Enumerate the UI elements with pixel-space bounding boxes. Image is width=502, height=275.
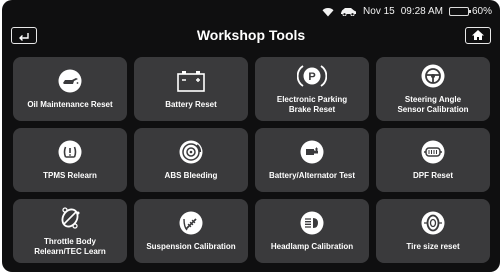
brake-disc-icon (178, 139, 204, 165)
back-button[interactable] (11, 27, 37, 44)
tool-label: Throttle Body Relearn/TEC Learn (34, 237, 106, 256)
tool-dpf-reset[interactable]: DPF Reset (376, 128, 490, 192)
home-icon (471, 28, 485, 44)
back-arrow-icon (17, 28, 31, 44)
tool-battery-reset[interactable]: Battery Reset (134, 57, 248, 121)
device-screen: Nov 15 09:28 AM 60% Workshop Tools Oil M… (2, 0, 500, 272)
tools-grid: Oil Maintenance Reset Battery Reset P El… (13, 57, 493, 263)
tool-label: Electronic Parking Brake Reset (276, 95, 348, 114)
dpf-filter-icon (420, 139, 446, 165)
tool-suspension-calibration[interactable]: Suspension Calibration (134, 199, 248, 263)
battery-indicator: 60% (448, 6, 492, 17)
tool-label: Battery Reset (165, 100, 217, 109)
tool-battery-alternator-test[interactable]: Battery/Alternator Test (255, 128, 369, 192)
tire-pressure-icon (57, 139, 83, 165)
tool-oil-maintenance-reset[interactable]: Oil Maintenance Reset (13, 57, 127, 121)
status-bar: Nov 15 09:28 AM 60% (2, 0, 500, 23)
title-bar: Workshop Tools (2, 23, 500, 47)
home-button[interactable] (465, 27, 491, 44)
tool-label: Steering Angle Sensor Calibration (397, 95, 469, 114)
tire-icon (420, 210, 446, 236)
tool-label: TPMS Relearn (43, 171, 97, 180)
tool-steering-angle-sensor-calibration[interactable]: Steering Angle Sensor Calibration (376, 57, 490, 121)
wifi-icon (322, 7, 334, 17)
tool-throttle-body-relearn[interactable]: Throttle Body Relearn/TEC Learn (13, 199, 127, 263)
tool-abs-bleeding[interactable]: ABS Bleeding (134, 128, 248, 192)
headlamp-icon (299, 210, 325, 236)
battery-icon (176, 68, 206, 94)
steering-wheel-icon (420, 63, 446, 89)
tool-headlamp-calibration[interactable]: Headlamp Calibration (255, 199, 369, 263)
page-title: Workshop Tools (196, 27, 306, 43)
tool-label: Suspension Calibration (146, 242, 236, 251)
tool-electronic-parking-brake-reset[interactable]: P Electronic Parking Brake Reset (255, 57, 369, 121)
tool-label: DPF Reset (412, 171, 453, 180)
throttle-icon (57, 205, 83, 231)
battery-test-icon (299, 139, 325, 165)
tool-label: ABS Bleeding (164, 171, 218, 180)
tool-label: Oil Maintenance Reset (27, 100, 113, 109)
status-date: Nov 15 (363, 6, 395, 17)
car-icon (340, 7, 357, 16)
suspension-icon (178, 210, 204, 236)
tool-tire-size-reset[interactable]: Tire size reset (376, 199, 490, 263)
tool-label: Battery/Alternator Test (268, 171, 356, 180)
battery-percent: 60% (471, 6, 492, 17)
oil-can-icon (57, 68, 83, 94)
svg-text:P: P (308, 71, 315, 83)
battery-icon (448, 7, 471, 16)
parking-brake-icon: P (297, 63, 327, 89)
tool-label: Tire size reset (406, 242, 460, 251)
tool-tpms-relearn[interactable]: TPMS Relearn (13, 128, 127, 192)
status-time: 09:28 AM (400, 6, 443, 17)
tool-label: Headlamp Calibration (270, 242, 354, 251)
